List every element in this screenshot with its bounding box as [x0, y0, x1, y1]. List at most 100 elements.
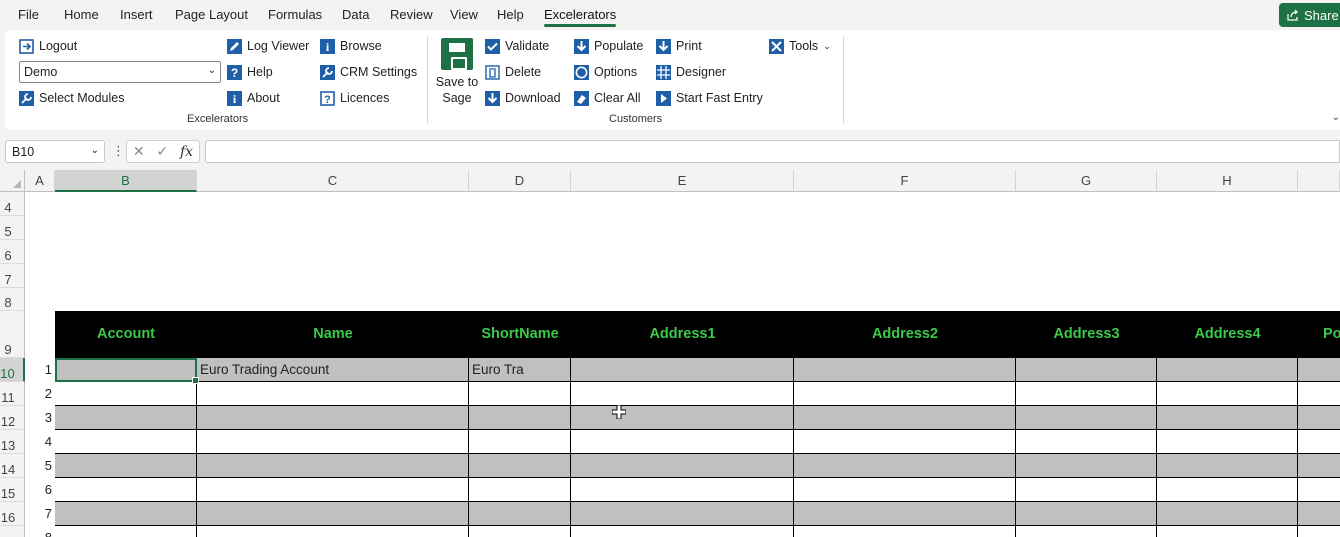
browse-button[interactable]: i Browse	[320, 37, 382, 55]
table-cell[interactable]	[1298, 406, 1340, 429]
col-header-d[interactable]: D	[469, 170, 571, 192]
row-header-7[interactable]: 7	[0, 264, 25, 288]
row-header-6[interactable]: 6	[0, 240, 25, 264]
validate-button[interactable]: Validate	[485, 37, 549, 55]
table-cell[interactable]	[794, 406, 1016, 429]
table-cell[interactable]	[55, 454, 197, 477]
table-cell[interactable]	[1298, 382, 1340, 405]
table-cell[interactable]	[794, 358, 1016, 381]
table-cell[interactable]	[55, 502, 197, 525]
table-cell[interactable]	[794, 478, 1016, 501]
enter-icon[interactable]: ✓	[156, 143, 168, 160]
select-modules-button[interactable]: Select Modules	[19, 89, 124, 107]
logout-button[interactable]: Logout	[19, 37, 77, 55]
table-cell[interactable]	[571, 382, 794, 405]
print-button[interactable]: Print	[656, 37, 702, 55]
table-cell[interactable]	[197, 502, 469, 525]
company-select[interactable]: Demo ⌄	[19, 61, 221, 83]
row-header-17[interactable]: 17	[0, 526, 25, 537]
table-cell[interactable]: Euro Trading Account	[197, 358, 469, 381]
table-cell[interactable]	[1016, 382, 1157, 405]
col-header-next[interactable]	[1298, 170, 1340, 192]
table-cell[interactable]	[794, 454, 1016, 477]
table-cell[interactable]	[1157, 478, 1298, 501]
table-cell[interactable]	[1016, 430, 1157, 453]
table-cell[interactable]	[469, 406, 571, 429]
download-button[interactable]: Download	[485, 89, 561, 107]
table-cell[interactable]	[1298, 526, 1340, 537]
table-cell[interactable]	[197, 526, 469, 537]
table-cell[interactable]	[571, 454, 794, 477]
row-header-9[interactable]: 9	[0, 311, 25, 358]
menu-formulas[interactable]: Formulas	[268, 7, 322, 22]
col-header-h[interactable]: H	[1157, 170, 1298, 192]
table-cell[interactable]	[1298, 502, 1340, 525]
save-to-sage-button[interactable]: Save to Sage	[435, 36, 479, 106]
menu-help[interactable]: Help	[497, 7, 524, 22]
collapse-ribbon-icon[interactable]: ⌄	[1332, 112, 1340, 123]
table-cell[interactable]	[55, 478, 197, 501]
table-cell[interactable]	[571, 406, 794, 429]
table-cell[interactable]	[469, 526, 571, 537]
table-cell[interactable]	[1298, 478, 1340, 501]
table-cell[interactable]	[469, 430, 571, 453]
crm-settings-button[interactable]: CRM Settings	[320, 63, 417, 81]
row-header-15[interactable]: 15	[0, 478, 25, 502]
delete-button[interactable]: Delete	[485, 63, 541, 81]
table-cell[interactable]	[1157, 358, 1298, 381]
table-cell[interactable]	[1157, 502, 1298, 525]
row-header-13[interactable]: 13	[0, 430, 25, 454]
table-cell[interactable]	[794, 430, 1016, 453]
row-header-16[interactable]: 16	[0, 502, 25, 526]
clear-all-button[interactable]: Clear All	[574, 89, 641, 107]
menu-excelerators[interactable]: Excelerators	[544, 7, 617, 27]
cancel-icon[interactable]: ✕	[133, 143, 145, 160]
menu-home[interactable]: Home	[64, 7, 99, 22]
table-cell[interactable]	[1157, 406, 1298, 429]
designer-button[interactable]: Designer	[656, 63, 726, 81]
table-cell[interactable]	[197, 382, 469, 405]
menu-review[interactable]: Review	[390, 7, 433, 22]
table-cell[interactable]	[469, 382, 571, 405]
row-header-11[interactable]: 11	[0, 382, 25, 406]
table-cell[interactable]	[469, 454, 571, 477]
menu-insert[interactable]: Insert	[120, 7, 153, 22]
table-cell[interactable]	[1016, 454, 1157, 477]
menu-data[interactable]: Data	[342, 7, 369, 22]
table-cell[interactable]: Euro Tra	[469, 358, 571, 381]
more-icon[interactable]: ⋮	[112, 143, 125, 159]
table-cell[interactable]	[1298, 430, 1340, 453]
menu-page-layout[interactable]: Page Layout	[175, 7, 248, 22]
table-cell[interactable]	[55, 382, 197, 405]
table-cell[interactable]	[794, 382, 1016, 405]
table-cell[interactable]	[197, 478, 469, 501]
table-cell[interactable]	[1157, 526, 1298, 537]
row-header-10[interactable]: 10	[0, 358, 25, 382]
about-button[interactable]: i About	[227, 89, 280, 107]
table-cell[interactable]	[197, 454, 469, 477]
select-all-button[interactable]	[0, 170, 25, 192]
table-cell[interactable]	[55, 526, 197, 537]
insert-function-button[interactable]: fx	[180, 144, 193, 160]
table-cell[interactable]	[571, 430, 794, 453]
table-cell[interactable]	[1016, 502, 1157, 525]
table-cell[interactable]	[571, 478, 794, 501]
col-header-f[interactable]: F	[794, 170, 1016, 192]
row-header-14[interactable]: 14	[0, 454, 25, 478]
tools-button[interactable]: Tools ⌄	[769, 37, 831, 55]
table-cell[interactable]	[469, 478, 571, 501]
table-cell[interactable]	[1016, 358, 1157, 381]
table-cell[interactable]	[571, 358, 794, 381]
row-header-12[interactable]: 12	[0, 406, 25, 430]
col-header-a[interactable]: A	[25, 170, 55, 192]
table-cell[interactable]	[1157, 430, 1298, 453]
row-header-8[interactable]: 8	[0, 288, 25, 311]
formula-input[interactable]	[205, 140, 1340, 163]
col-header-b[interactable]: B	[55, 170, 197, 192]
table-cell[interactable]	[1016, 406, 1157, 429]
table-cell[interactable]	[571, 526, 794, 537]
table-cell[interactable]	[794, 502, 1016, 525]
table-cell[interactable]	[197, 430, 469, 453]
populate-button[interactable]: Populate	[574, 37, 643, 55]
col-header-g[interactable]: G	[1016, 170, 1157, 192]
